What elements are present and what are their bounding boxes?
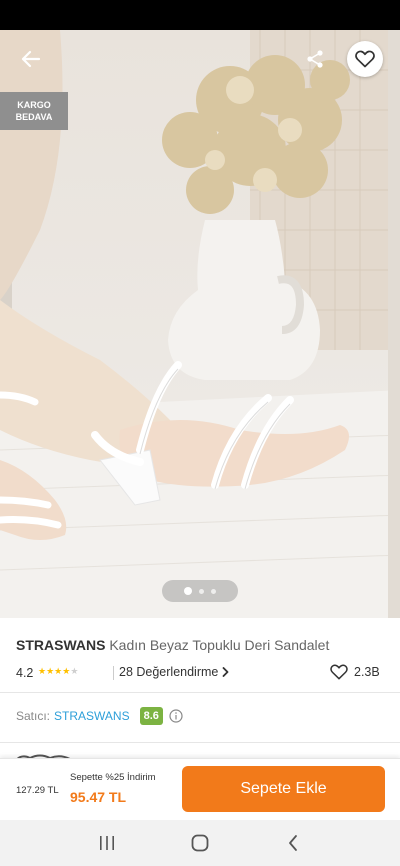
product-image-gallery[interactable]: KARGO BEDAVA bbox=[0, 30, 400, 618]
rating-stars: ★★★★★ bbox=[38, 666, 78, 677]
heart-outline-icon bbox=[355, 50, 375, 68]
image-edge bbox=[388, 30, 400, 618]
reviews-link[interactable]: 28 Değerlendirme bbox=[119, 665, 229, 679]
system-navigation-bar bbox=[0, 820, 400, 866]
share-icon bbox=[307, 50, 323, 68]
star-icon: ★ bbox=[70, 666, 79, 676]
divider bbox=[113, 666, 114, 680]
pagination-dot[interactable] bbox=[211, 588, 216, 594]
favorite-button[interactable] bbox=[347, 41, 383, 77]
product-name: Kadın Beyaz Topuklu Deri Sandalet bbox=[109, 637, 330, 653]
chevron-right-icon bbox=[222, 667, 229, 677]
add-to-cart-button[interactable]: Sepete Ekle bbox=[182, 766, 385, 812]
system-back-button[interactable] bbox=[273, 828, 313, 858]
pagination-dot[interactable] bbox=[199, 588, 204, 594]
status-bar bbox=[0, 0, 400, 30]
reviews-label: 28 Değerlendirme bbox=[119, 665, 219, 679]
seller-row: Satıcı: STRASWANS 8.6 bbox=[16, 706, 183, 726]
divider bbox=[0, 742, 400, 743]
discounted-price: 95.47 TL bbox=[70, 789, 127, 805]
star-icon: ★ bbox=[38, 666, 47, 676]
home-button[interactable] bbox=[180, 828, 220, 858]
seller-link[interactable]: STRASWANS bbox=[54, 709, 130, 723]
favorites-count-value: 2.3B bbox=[354, 665, 380, 679]
pagination-dot[interactable] bbox=[184, 587, 192, 595]
rating-score: 4.2 bbox=[16, 666, 34, 680]
back-button[interactable] bbox=[14, 42, 48, 76]
purchase-bar: 127.29 TL Sepette %25 İndirim 95.47 TL S… bbox=[0, 758, 400, 820]
recent-apps-button[interactable] bbox=[87, 828, 127, 858]
share-button[interactable] bbox=[300, 44, 330, 74]
heart-outline-icon bbox=[330, 664, 348, 680]
home-icon bbox=[191, 834, 209, 852]
seller-label: Satıcı: bbox=[16, 709, 51, 723]
product-brand[interactable]: STRASWANS bbox=[16, 637, 105, 653]
product-title: STRASWANS Kadın Beyaz Topuklu Deri Sanda… bbox=[16, 637, 329, 653]
badge-line-2: BEDAVA bbox=[15, 112, 53, 122]
favorites-count[interactable]: 2.3B bbox=[330, 664, 380, 680]
free-shipping-badge: KARGO BEDAVA bbox=[0, 92, 68, 130]
recent-apps-icon bbox=[99, 836, 114, 850]
arrow-left-icon bbox=[21, 50, 41, 68]
promo-text: Sepette %25 İndirim bbox=[70, 772, 156, 783]
star-icon: ★ bbox=[46, 666, 55, 676]
rating-row: 4.2 ★★★★★ 28 Değerlendirme 2.3B bbox=[16, 664, 384, 683]
info-icon[interactable] bbox=[169, 709, 183, 723]
image-pagination[interactable] bbox=[162, 580, 238, 602]
old-price: 127.29 TL bbox=[16, 785, 59, 796]
divider bbox=[0, 692, 400, 693]
seller-score-badge: 8.6 bbox=[139, 707, 163, 725]
back-icon bbox=[289, 835, 298, 851]
badge-line-1: KARGO bbox=[17, 100, 51, 110]
